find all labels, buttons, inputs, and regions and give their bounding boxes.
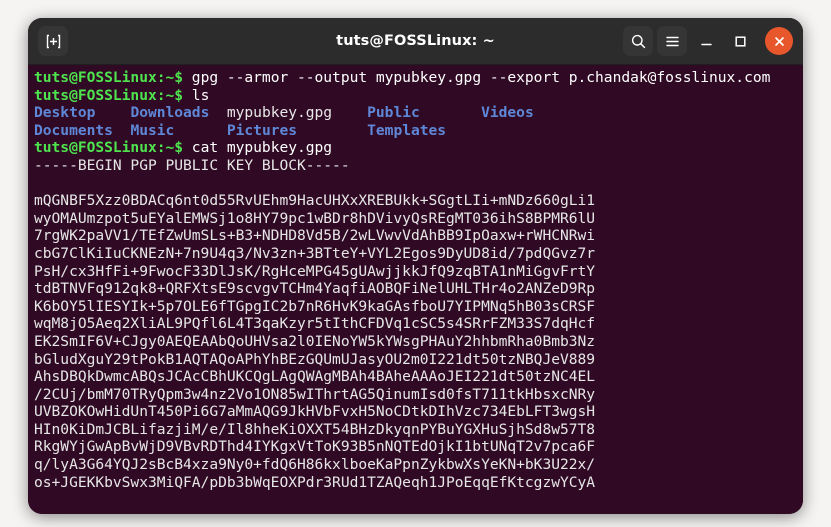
terminal-line: mQGNBF5Xzz0BDACq6nt0d55RvUEhm9HacUHXxXRE… bbox=[30, 192, 803, 210]
shell-command: gpg --armor --output mypubkey.gpg --expo… bbox=[183, 69, 771, 86]
terminal-line: bGludXguY29tPokB1AQTAQoAPhYhBEzGQUmUJasy… bbox=[30, 351, 803, 369]
terminal-line: tuts@FOSSLinux:~$ gpg --armor --output m… bbox=[30, 69, 803, 87]
terminal-line: tuts@FOSSLinux:~$ cat mypubkey.gpg bbox=[30, 139, 803, 157]
terminal-line: tuts@FOSSLinux:~$ ls bbox=[30, 87, 803, 105]
pgp-base64-line: UVBZOKOwHidUnT450Pi6G7aMmAQG9JkHVbFvxH5N… bbox=[34, 403, 596, 421]
directory-entry: Videos bbox=[481, 104, 534, 122]
pgp-base64-line: 7rgWK2paVV1/TEfZwUmSLs+B3+NDHD8Vd5B/2wLV… bbox=[34, 227, 596, 245]
maximize-icon[interactable] bbox=[725, 26, 755, 56]
terminal-line: q/lyA3G64YQJ2sBcB4xza9Ny0+fdQ6H86kxlboeK… bbox=[30, 456, 803, 474]
titlebar-left-controls bbox=[38, 26, 68, 56]
shell-command: cat mypubkey.gpg bbox=[183, 139, 333, 157]
terminal-line: EK2SmIF6V+CJgy0AEQEAAbQoUHVsa2l0IENoYW5k… bbox=[30, 333, 803, 351]
pgp-base64-line: wyOMAUmzpot5uEYalEMWSj1o8HY79pc1wBDr8hDV… bbox=[34, 209, 596, 227]
file-entry: mypubkey.gpg bbox=[226, 104, 368, 122]
pgp-base64-line: HIn0KiDmJCBLifazjiM/e/Il8hheKiOXXT54BHzD… bbox=[34, 420, 596, 438]
terminal-line: wyOMAUmzpot5uEYalEMWSj1o8HY79pc1wBDr8hDV… bbox=[30, 210, 803, 228]
terminal-line: AhsDBQkDwmcABQsJCAcCBhUKCQgLAgQWAgMBAh4B… bbox=[30, 368, 803, 386]
pgp-base64-line: K6bOY5lIESYIk+5p7OLE6fTGpgIC2b7nR6HvK9ka… bbox=[34, 297, 596, 315]
pgp-base64-line: AhsDBQkDwmcABQsJCAcCBhUKCQgLAgQWAgMBAh4B… bbox=[34, 368, 596, 386]
shell-prompt: tuts@FOSSLinux:~$ bbox=[34, 86, 184, 104]
terminal-line: -----BEGIN PGP PUBLIC KEY BLOCK----- bbox=[30, 157, 803, 175]
search-icon[interactable] bbox=[623, 26, 653, 56]
terminal-output-area[interactable]: tuts@FOSSLinux:~$ gpg --armor --output m… bbox=[28, 65, 803, 514]
window-titlebar[interactable]: tuts@FOSSLinux: ~ bbox=[28, 18, 803, 65]
directory-entry: Documents bbox=[34, 121, 131, 139]
pgp-base64-line: q/lyA3G64YQJ2sBcB4xza9Ny0+fdQ6H86kxlboeK… bbox=[34, 456, 596, 474]
desktop-background: tuts@FOSSLinux: ~ tuts@FOSSLinux:~$ gpg … bbox=[0, 0, 831, 527]
terminal-line: /2CUj/bmM70TRyQpm3w4nz2Vo1ON85wIThrtAG5Q… bbox=[30, 386, 803, 404]
pgp-base64-line: PsH/cx3HfFi+9FwocF33DlJsK/RgHceMPG45gUAw… bbox=[34, 262, 596, 280]
pgp-base64-line: cbG7ClKiIuCKNEzN+7n9U4q3/Nv3zn+3BTteY+VY… bbox=[34, 244, 596, 262]
shell-command: ls bbox=[183, 86, 210, 104]
pgp-base64-line: RkgWYjGwApBvWjD9VBvRDThd4IYKgxVtToK93B5n… bbox=[34, 438, 596, 456]
terminal-line: RkgWYjGwApBvWjD9VBvRDThd4IYKgxVtToK93B5n… bbox=[30, 438, 803, 456]
ls-output-row: Documents Music Pictures Templates bbox=[30, 122, 803, 140]
directory-entry: Music bbox=[130, 121, 227, 139]
pgp-base64-line: /2CUj/bmM70TRyQpm3w4nz2Vo1ON85wIThrtAG5Q… bbox=[34, 385, 596, 403]
terminal-line: HIn0KiDmJCBLifazjiM/e/Il8hheKiOXXT54BHzD… bbox=[30, 421, 803, 439]
minimize-icon[interactable] bbox=[691, 26, 721, 56]
directory-entry: Desktop bbox=[34, 104, 131, 122]
pgp-base64-line: tdBTNVFq912qk8+QRFXtsE9scvgvTCHm4YaqfiAO… bbox=[34, 280, 596, 298]
ls-output-row: Desktop Downloads mypubkey.gpg Public Vi… bbox=[30, 104, 803, 122]
terminal-line: os+JGEKKbvSwx3MiQFA/pDb3bWqEOXPdr3RUd1TZ… bbox=[30, 474, 803, 492]
terminal-lines: tuts@FOSSLinux:~$ gpg --armor --output m… bbox=[30, 69, 803, 491]
terminal-line: cbG7ClKiIuCKNEzN+7n9U4q3/Nv3zn+3BTteY+VY… bbox=[30, 245, 803, 263]
pgp-base64-line: EK2SmIF6V+CJgy0AEQEAAbQoUHVsa2l0IENoYW5k… bbox=[34, 332, 596, 350]
terminal-line: 7rgWK2paVV1/TEfZwUmSLs+B3+NDHD8Vd5B/2wLV… bbox=[30, 227, 803, 245]
terminal-window: tuts@FOSSLinux: ~ tuts@FOSSLinux:~$ gpg … bbox=[28, 18, 803, 514]
pgp-base64-line: os+JGEKKbvSwx3MiQFA/pDb3bWqEOXPdr3RUd1TZ… bbox=[34, 473, 596, 491]
pgp-armor-header: -----BEGIN PGP PUBLIC KEY BLOCK----- bbox=[34, 156, 350, 174]
pgp-base64-line: wqM8jO5Aeq2XliAL9PQfl6L4T3qaKzyr5tIthCFD… bbox=[34, 315, 596, 333]
pgp-base64-line: bGludXguY29tPokB1AQTAQoAPhYhBEzGQUmUJasy… bbox=[34, 350, 596, 368]
new-tab-icon[interactable] bbox=[38, 26, 68, 56]
close-icon[interactable] bbox=[765, 27, 793, 55]
directory-entry: Templates bbox=[367, 121, 447, 139]
terminal-line: PsH/cx3HfFi+9FwocF33DlJsK/RgHceMPG45gUAw… bbox=[30, 263, 803, 281]
pgp-base64-line: mQGNBF5Xzz0BDACq6nt0d55RvUEhm9HacUHXxXRE… bbox=[34, 192, 596, 210]
shell-prompt: tuts@FOSSLinux:~$ bbox=[34, 139, 184, 157]
directory-entry: Pictures bbox=[226, 121, 368, 139]
terminal-line: UVBZOKOwHidUnT450Pi6G7aMmAQG9JkHVbFvxH5N… bbox=[30, 403, 803, 421]
terminal-line: wqM8jO5Aeq2XliAL9PQfl6L4T3qaKzyr5tIthCFD… bbox=[30, 315, 803, 333]
hamburger-menu-icon[interactable] bbox=[657, 26, 687, 56]
directory-entry: Public bbox=[367, 104, 482, 122]
titlebar-right-controls bbox=[623, 26, 793, 56]
directory-entry: Downloads bbox=[130, 104, 227, 122]
terminal-line: K6bOY5lIESYIk+5p7OLE6fTGpgIC2b7nR6HvK9ka… bbox=[30, 298, 803, 316]
shell-prompt: tuts@FOSSLinux:~$ bbox=[34, 69, 184, 86]
terminal-line: tdBTNVFq912qk8+QRFXtsE9scvgvTCHm4YaqfiAO… bbox=[30, 280, 803, 298]
